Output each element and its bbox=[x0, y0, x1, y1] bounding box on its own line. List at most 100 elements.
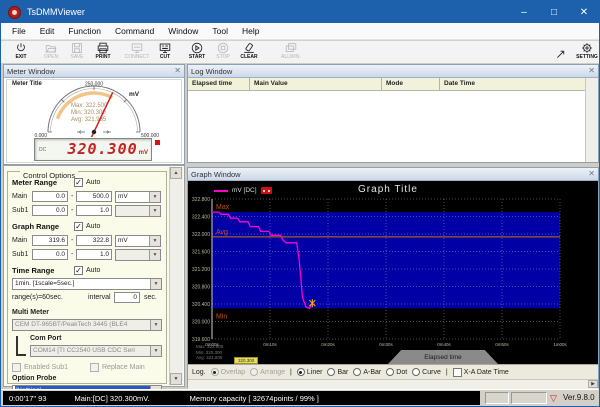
graph-range-auto-checkbox[interactable]: ✓ bbox=[74, 222, 83, 231]
chevron-down-icon: ▼ bbox=[150, 279, 161, 289]
scroll-right-icon[interactable]: ▶ bbox=[588, 380, 598, 388]
control-options-scrollbar[interactable]: ▲ ▼ bbox=[169, 167, 183, 385]
graph-window-titlebar[interactable]: Graph Window ✕ bbox=[188, 168, 598, 181]
time-range-select[interactable]: 1min. [1scale=5sec.]▼ bbox=[12, 278, 162, 290]
meter-range-auto-checkbox[interactable]: ✓ bbox=[74, 178, 83, 187]
graph-main-from-input[interactable] bbox=[32, 235, 68, 246]
meter-range-label: Meter Range bbox=[12, 178, 57, 187]
menu-bar: File Edit Function Command Window Tool H… bbox=[1, 23, 599, 40]
folder-icon bbox=[46, 46, 56, 52]
graph-sub1-from-input[interactable] bbox=[32, 249, 68, 260]
graph-sub1-to-input[interactable] bbox=[76, 249, 112, 260]
menu-window[interactable]: Window bbox=[161, 24, 205, 38]
log-scrollbar[interactable] bbox=[585, 78, 598, 162]
graph-horizontal-scrollbar[interactable]: ▶ bbox=[188, 379, 598, 389]
gauge-scale-mid: 250.000 bbox=[85, 82, 103, 88]
clear-button[interactable]: CLEAR bbox=[235, 42, 263, 62]
replace-main-checkbox bbox=[90, 363, 99, 372]
status-cell-2 bbox=[511, 392, 547, 404]
lcd-display: DC 320.300 mV bbox=[34, 138, 152, 161]
svg-text:0m10s: 0m10s bbox=[263, 342, 277, 347]
option-probe-label: Option Probe bbox=[12, 375, 56, 382]
svg-text:Min: 320.300: Min: 320.300 bbox=[71, 110, 106, 116]
graph-window-close-icon[interactable]: ✕ bbox=[588, 170, 595, 178]
range-seconds-label: range(s)=60sec. bbox=[12, 294, 63, 301]
print-button[interactable]: PRINT bbox=[89, 42, 117, 62]
menu-edit[interactable]: Edit bbox=[33, 24, 62, 38]
monitor-icon bbox=[132, 44, 142, 52]
menu-file[interactable]: File bbox=[5, 24, 33, 38]
menu-command[interactable]: Command bbox=[108, 24, 161, 38]
svg-text:Max: Max bbox=[216, 204, 230, 211]
meter-main-from-input[interactable] bbox=[32, 191, 68, 202]
xa-date-time-checkbox[interactable] bbox=[453, 368, 462, 377]
time-range-auto-checkbox[interactable]: ✓ bbox=[74, 266, 83, 275]
chevron-down-icon: ▼ bbox=[149, 192, 160, 202]
scroll-down-icon[interactable]: ▼ bbox=[170, 373, 182, 385]
cut-button[interactable]: CUT bbox=[151, 42, 179, 62]
log-col-date-time[interactable]: Date Time bbox=[440, 78, 586, 90]
setting-button[interactable]: SETTING bbox=[573, 42, 600, 62]
svg-text:Max: 322.500: Max: 322.500 bbox=[71, 103, 108, 109]
interval-input[interactable] bbox=[114, 292, 140, 303]
minimize-button[interactable]: – bbox=[509, 1, 539, 23]
svg-text:1m00s: 1m00s bbox=[553, 342, 567, 347]
svg-text:0m30s: 0m30s bbox=[379, 342, 393, 347]
graph-plot: 322.800322.400322.000321.600321.200320.8… bbox=[188, 181, 598, 364]
graph-sub1-label: Sub1 bbox=[12, 251, 28, 258]
connect-button: CONNECT bbox=[123, 42, 151, 62]
bar-label: Bar bbox=[337, 369, 348, 376]
scroll-up-icon[interactable]: ▲ bbox=[170, 167, 182, 179]
bar-radio[interactable] bbox=[327, 368, 335, 376]
menu-help[interactable]: Help bbox=[235, 24, 266, 38]
log-col-elapsed[interactable]: Elapsed time bbox=[188, 78, 250, 90]
svg-text:320.000: 320.000 bbox=[192, 320, 210, 326]
log-col-main-value[interactable]: Main Value bbox=[250, 78, 382, 90]
meter-main-unit-select[interactable]: mV▼ bbox=[115, 191, 161, 203]
curve-radio[interactable] bbox=[412, 368, 420, 376]
status-elapsed-time: 0:00'17" 93 bbox=[9, 394, 46, 403]
interval-label: interval bbox=[88, 294, 111, 301]
meter-window-close-icon[interactable]: ✕ bbox=[174, 67, 181, 75]
graph-canvas: mV [DC] Graph Title 322.800322.400322.00… bbox=[188, 181, 598, 364]
graph-sub1-unit-select: ▼ bbox=[115, 249, 161, 261]
meter-window-title: Meter Window bbox=[7, 67, 55, 76]
graph-main-to-input[interactable] bbox=[76, 235, 112, 246]
log-col-mode[interactable]: Mode bbox=[382, 78, 440, 90]
meter-main-to-input[interactable] bbox=[76, 191, 112, 202]
graph-current-value-badge: 320.300 bbox=[234, 357, 258, 364]
version-label: Ver.9.8.0 bbox=[563, 393, 595, 402]
alert-triangle-icon: ▽ bbox=[550, 392, 557, 404]
meter-sub1-to-input[interactable] bbox=[76, 205, 112, 216]
start-button[interactable]: START bbox=[183, 42, 211, 62]
svg-text:321.200: 321.200 bbox=[192, 267, 210, 273]
meter-sub1-unit-select: ▼ bbox=[115, 205, 161, 217]
log-window-titlebar[interactable]: Log Window ✕ bbox=[188, 65, 598, 78]
status-readout: 0:00'17" 93 Main:[DC] 320.300mV. Memory … bbox=[3, 391, 480, 405]
menu-function[interactable]: Function bbox=[61, 24, 108, 38]
window-title: TsDMMViewer bbox=[27, 7, 85, 17]
power-icon bbox=[18, 43, 25, 50]
a-bar-radio[interactable] bbox=[353, 368, 361, 376]
status-main-value: Main:[DC] 320.300mV. bbox=[74, 394, 149, 403]
close-button[interactable]: ✕ bbox=[569, 1, 599, 23]
dot-radio[interactable] bbox=[386, 368, 394, 376]
status-bar: 0:00'17" 93 Main:[DC] 320.300mV. Memory … bbox=[1, 389, 599, 407]
graph-main-unit-select[interactable]: mV▼ bbox=[115, 235, 161, 247]
multi-meter-label: Multi Meter bbox=[12, 309, 49, 316]
svg-text:Min: Min bbox=[216, 313, 227, 320]
meter-panel: Meter Title 0.000 250.000 500.000 mV Max… bbox=[4, 78, 184, 164]
liner-radio[interactable] bbox=[297, 368, 305, 376]
meter-sub1-from-input[interactable] bbox=[32, 205, 68, 216]
toolbar-collapse-button[interactable] bbox=[553, 42, 569, 62]
meter-window-titlebar[interactable]: Meter Window ✕ bbox=[4, 65, 184, 78]
log-window-close-icon[interactable]: ✕ bbox=[588, 67, 595, 75]
menu-tool[interactable]: Tool bbox=[205, 24, 235, 38]
floppy-icon bbox=[73, 44, 82, 53]
svg-text:322.800: 322.800 bbox=[192, 197, 210, 203]
exit-button[interactable]: EXIT bbox=[7, 42, 35, 62]
meter-main-label: Main bbox=[12, 193, 27, 200]
svg-text:0m40s: 0m40s bbox=[437, 342, 451, 347]
graph-stats-text: Max: 322.500 Min: 320.300 Avg: 321.935 bbox=[196, 344, 223, 361]
maximize-button[interactable]: □ bbox=[539, 1, 569, 23]
